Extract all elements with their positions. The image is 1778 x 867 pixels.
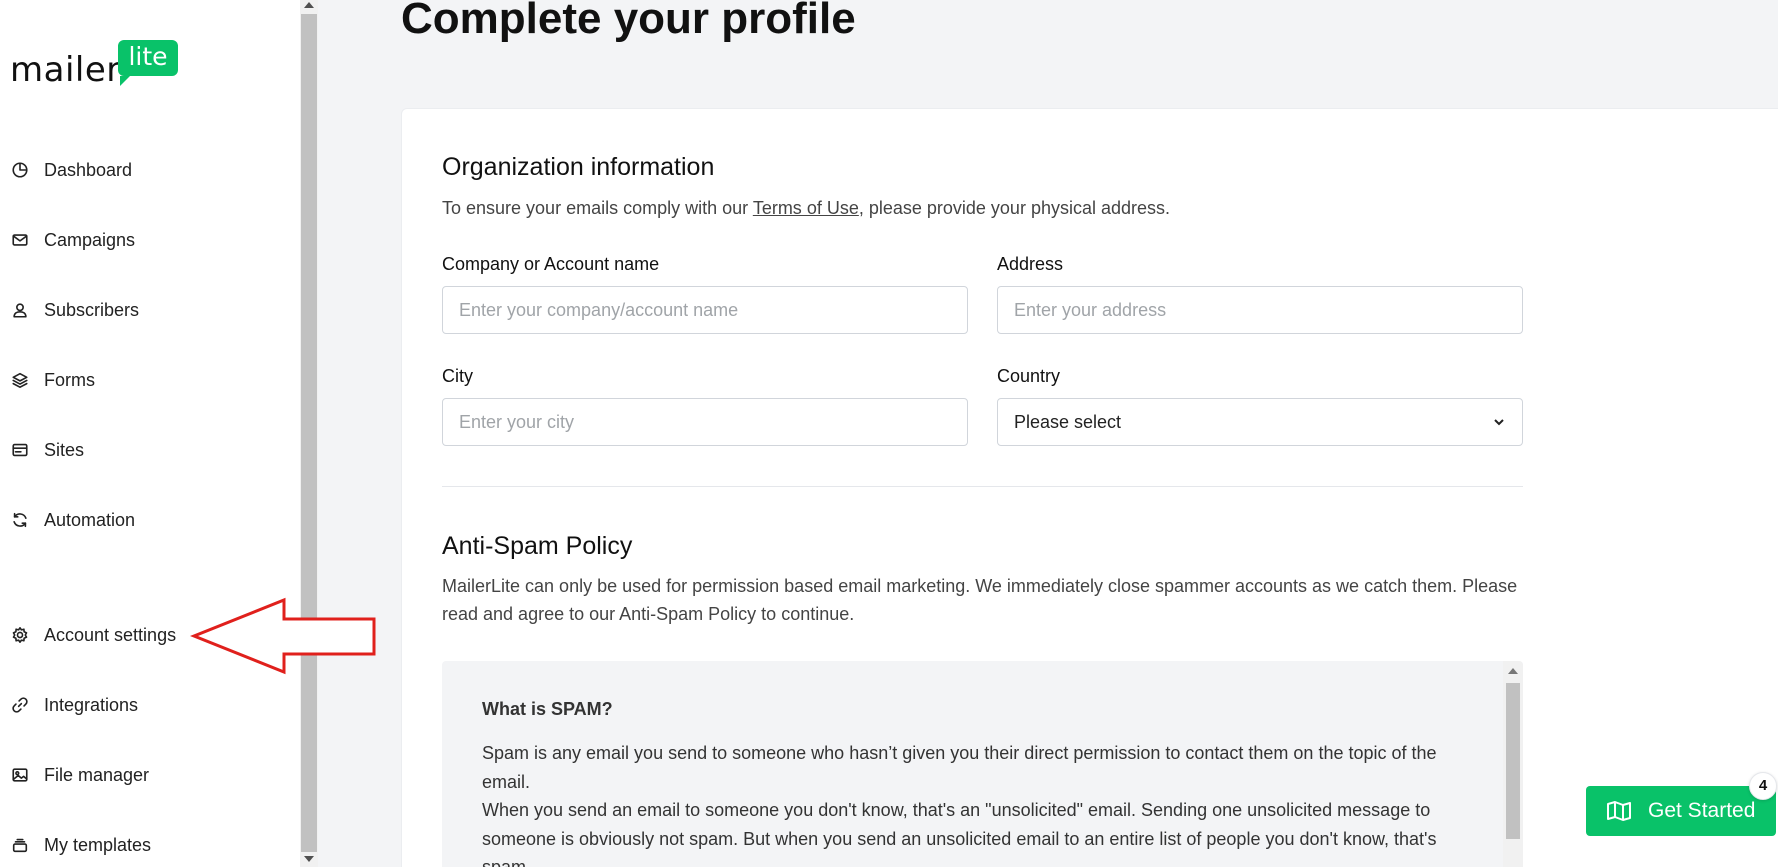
- address-input[interactable]: [997, 286, 1523, 334]
- sidebar-scrollbar-thumb[interactable]: [301, 14, 317, 852]
- image-icon: [10, 765, 30, 785]
- scroll-up-arrow-icon[interactable]: [304, 2, 314, 8]
- get-started-label: Get Started: [1648, 799, 1756, 822]
- sidebar-item-label: My templates: [44, 834, 152, 855]
- spam-scroll-up-arrow-icon[interactable]: [1508, 668, 1518, 674]
- city-label: City: [442, 366, 473, 386]
- sidebar-item-label: Sites: [44, 439, 85, 460]
- terms-of-use-link[interactable]: Terms of Use: [753, 198, 859, 218]
- sidebar-item-subscribers[interactable]: Subscribers: [10, 295, 139, 325]
- spam-paragraph-2: When you send an email to someone you do…: [482, 800, 1437, 867]
- sidebar-item-dashboard[interactable]: Dashboard: [10, 155, 132, 185]
- sidebar-item-account-settings[interactable]: Account settings: [10, 620, 176, 650]
- org-desc-before: To ensure your emails comply with our: [442, 198, 753, 218]
- logo-badge: lite: [118, 40, 178, 86]
- sidebar-item-label: Dashboard: [44, 159, 133, 180]
- anti-spam-description: MailerLite can only be used for permissi…: [442, 576, 1518, 624]
- link-icon: [10, 695, 30, 715]
- company-name-input[interactable]: [442, 286, 968, 334]
- get-started-button[interactable]: Get Started: [1586, 786, 1776, 836]
- country-select[interactable]: Please select: [997, 398, 1523, 446]
- sidebar-item-label: Campaigns: [44, 229, 136, 250]
- chart-pie-icon: [10, 160, 30, 180]
- logo-word: mailer: [10, 50, 121, 90]
- city-input[interactable]: [442, 398, 968, 446]
- company-name-label: Company or Account name: [442, 254, 660, 274]
- sidebar-item-sites[interactable]: Sites: [10, 435, 84, 465]
- country-label: Country: [997, 366, 1061, 386]
- browser-window-icon: [10, 440, 30, 460]
- spam-box-text: Spam is any email you send to someone wh…: [482, 739, 1462, 867]
- sidebar-item-label: Subscribers: [44, 299, 140, 320]
- section-divider: [442, 486, 1523, 487]
- spam-box-scrollbar-thumb[interactable]: [1506, 683, 1520, 839]
- notification-count-badge: 4: [1749, 772, 1777, 800]
- address-label: Address: [997, 254, 1064, 274]
- spam-policy-scroll-box[interactable]: What is SPAM? Spam is any email you send…: [442, 661, 1523, 867]
- sidebar: mailer lite Dashboard Campaigns Subscrib…: [0, 0, 300, 867]
- page-title: Complete your profile: [401, 0, 856, 43]
- sidebar-item-integrations[interactable]: Integrations: [10, 690, 138, 720]
- org-desc-after: , please provide your physical address.: [858, 198, 1171, 218]
- sidebar-item-label: Account settings: [44, 624, 177, 645]
- envelope-icon: [10, 230, 30, 250]
- sidebar-item-label: Integrations: [44, 694, 139, 715]
- anti-spam-section-title: Anti-Spam Policy: [442, 532, 633, 560]
- sidebar-item-file-manager[interactable]: File manager: [10, 760, 149, 790]
- organization-section-title: Organization information: [442, 153, 715, 181]
- spam-box-title: What is SPAM?: [482, 699, 613, 719]
- arrow-shape: [190, 597, 376, 675]
- sidebar-item-my-templates[interactable]: My templates: [10, 830, 151, 860]
- mailerlite-logo[interactable]: mailer lite: [10, 40, 180, 90]
- country-select-value: Please select: [1014, 411, 1122, 432]
- sidebar-item-campaigns[interactable]: Campaigns: [10, 225, 135, 255]
- sidebar-item-forms[interactable]: Forms: [10, 365, 95, 395]
- scroll-down-arrow-icon[interactable]: [304, 856, 314, 862]
- map-icon: [1607, 801, 1631, 821]
- red-arrow-annotation: [190, 597, 376, 675]
- user-icon: [10, 300, 30, 320]
- sidebar-item-label: Forms: [44, 369, 95, 390]
- refresh-icon: [10, 510, 30, 530]
- spam-paragraph-1: Spam is any email you send to someone wh…: [482, 743, 1437, 792]
- sidebar-item-label: Automation: [44, 509, 136, 530]
- stack-icon: [10, 835, 30, 855]
- sidebar-item-automation[interactable]: Automation: [10, 505, 135, 535]
- layers-icon: [10, 370, 30, 390]
- organization-section-description: To ensure your emails comply with our Te…: [442, 194, 1522, 222]
- sidebar-item-label: File manager: [44, 764, 150, 785]
- gear-icon: [10, 625, 30, 645]
- chevron-down-icon: [1494, 419, 1504, 426]
